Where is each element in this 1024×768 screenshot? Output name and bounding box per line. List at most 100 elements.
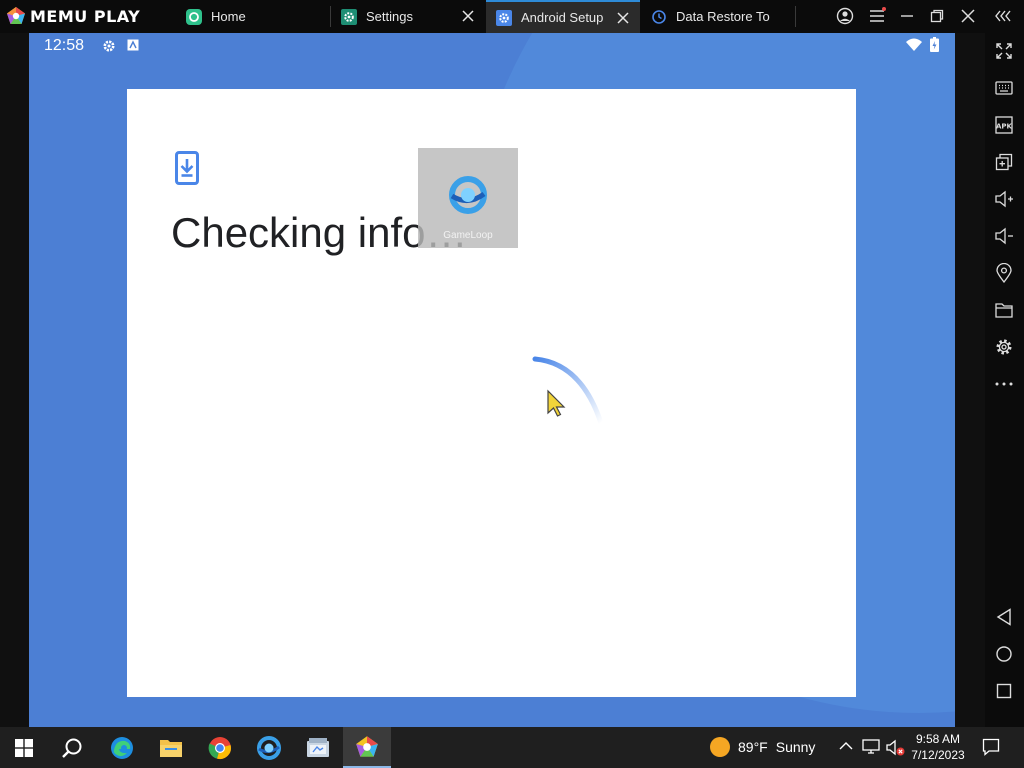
- account-button[interactable]: [834, 5, 856, 27]
- chrome-browser-icon: [208, 736, 231, 759]
- volume-up-icon: [995, 190, 1013, 208]
- location-icon: [996, 263, 1012, 283]
- install-apk-button[interactable]: APK: [993, 114, 1015, 136]
- tab-separator: [330, 6, 331, 27]
- memu-logo-icon: [7, 7, 25, 24]
- gameloop-taskbar-icon: [257, 735, 281, 760]
- android-screen: 12:58 Checking info… GameLoop: [29, 33, 955, 727]
- settings-icon: [996, 339, 1012, 355]
- multi-instance-button[interactable]: [993, 151, 1015, 173]
- memu-multi-instance-icon: [307, 737, 329, 757]
- tab-data-restore[interactable]: Data Restore To: [651, 0, 795, 33]
- minimize-button[interactable]: [896, 5, 918, 27]
- close-icon: [961, 9, 975, 23]
- android-back-button[interactable]: [993, 606, 1015, 628]
- tab-label: Home: [211, 9, 246, 24]
- app-name: MEMU PLAY: [30, 6, 141, 26]
- memu-home-icon: [186, 8, 202, 25]
- keyboard-notification-icon: [127, 39, 139, 51]
- clock-time: 9:58 AM: [915, 732, 961, 746]
- more-button[interactable]: [993, 373, 1015, 395]
- close-tab-icon[interactable]: [616, 11, 630, 25]
- minimize-icon: [901, 15, 913, 17]
- chevron-up-icon[interactable]: [839, 741, 853, 751]
- gameloop-app[interactable]: [245, 727, 293, 768]
- volume-down-icon: [995, 227, 1013, 245]
- tab-label: Android Setup: [521, 10, 604, 25]
- system-clock[interactable]: 9:58 AM 7/12/2023: [905, 731, 971, 763]
- windows-taskbar: 89°F Sunny 9:58 AM 7/12/2023: [0, 727, 1024, 768]
- hamburger-menu-icon: [870, 7, 886, 22]
- status-clock: 12:58: [44, 37, 85, 54]
- collapse-chevrons-icon: [995, 10, 1011, 22]
- android-home-button[interactable]: [993, 643, 1015, 665]
- weather-description: Sunny: [775, 739, 816, 755]
- collapse-sidebar-button[interactable]: [992, 5, 1014, 27]
- wifi-icon: [906, 38, 922, 51]
- edge-browser-icon: [111, 736, 133, 759]
- history-icon: [652, 9, 666, 24]
- sun-icon: [710, 737, 730, 757]
- restore-icon: [930, 9, 944, 23]
- setup-card: Checking info… GameLoop: [127, 89, 856, 697]
- restore-button[interactable]: [926, 5, 948, 27]
- tab-settings[interactable]: Settings: [341, 0, 485, 33]
- title-bar: MEMU PLAY Home Settings Android Setup Da…: [0, 0, 1024, 33]
- notification-center-icon[interactable]: [982, 738, 1000, 756]
- menu-button[interactable]: [866, 5, 888, 27]
- tab-label: Settings: [366, 9, 413, 24]
- network-icon[interactable]: [862, 739, 880, 755]
- emulator-toolbar: APK: [985, 33, 1024, 727]
- shared-folder-button[interactable]: [993, 299, 1015, 321]
- volume-muted-icon[interactable]: [886, 739, 906, 757]
- settings-app-icon: [341, 8, 357, 25]
- apk-label: APK: [996, 123, 1013, 131]
- home-icon: [996, 646, 1012, 662]
- weather-temperature: 89°F: [738, 739, 768, 755]
- file-explorer-app[interactable]: [147, 727, 195, 768]
- more-icon: [995, 382, 1013, 386]
- chrome-app[interactable]: [196, 727, 244, 768]
- tab-android-setup[interactable]: Android Setup: [486, 0, 640, 33]
- volume-down-button[interactable]: [993, 225, 1015, 247]
- multi-instance-icon: [995, 153, 1013, 171]
- fullscreen-button[interactable]: [993, 40, 1015, 62]
- volume-up-button[interactable]: [993, 188, 1015, 210]
- apk-icon: APK: [995, 116, 1013, 134]
- fullscreen-icon: [996, 43, 1012, 59]
- mouse-cursor-icon: [547, 389, 566, 417]
- gameloop-label: GameLoop: [443, 230, 493, 241]
- location-button[interactable]: [993, 262, 1015, 284]
- battery-charging-icon: [930, 37, 939, 52]
- android-status-bar: 12:58: [29, 33, 955, 59]
- search-icon: [62, 738, 82, 758]
- settings-notification-icon: [103, 40, 115, 52]
- weather-widget[interactable]: 89°F Sunny: [710, 737, 815, 757]
- folder-icon: [995, 303, 1013, 318]
- loading-spinner: [532, 356, 604, 426]
- keyboard-mapping-button[interactable]: [993, 77, 1015, 99]
- windows-logo-icon: [15, 738, 33, 757]
- android-recents-button[interactable]: [993, 680, 1015, 702]
- phone-download-icon: [175, 151, 199, 185]
- close-tab-icon[interactable]: [461, 9, 475, 23]
- file-explorer-icon: [160, 739, 182, 757]
- tab-label: Data Restore To: [676, 9, 770, 24]
- recents-icon: [996, 683, 1012, 699]
- memu-play-app[interactable]: [343, 727, 391, 768]
- search-button[interactable]: [48, 727, 96, 768]
- keyboard-icon: [995, 81, 1013, 95]
- tab-separator: [795, 6, 796, 27]
- gameloop-drag-overlay: GameLoop: [418, 148, 518, 248]
- settings-button[interactable]: [993, 336, 1015, 358]
- memu-logo: MEMU PLAY: [6, 6, 140, 26]
- android-setup-icon: [496, 9, 512, 26]
- account-icon: [836, 7, 854, 25]
- close-button[interactable]: [957, 5, 979, 27]
- back-icon: [996, 608, 1011, 626]
- tab-home[interactable]: Home: [186, 0, 330, 33]
- memu-taskbar-icon: [356, 735, 378, 757]
- multi-instance-manager-app[interactable]: [294, 727, 342, 768]
- start-button[interactable]: [0, 727, 48, 768]
- edge-app[interactable]: [98, 727, 146, 768]
